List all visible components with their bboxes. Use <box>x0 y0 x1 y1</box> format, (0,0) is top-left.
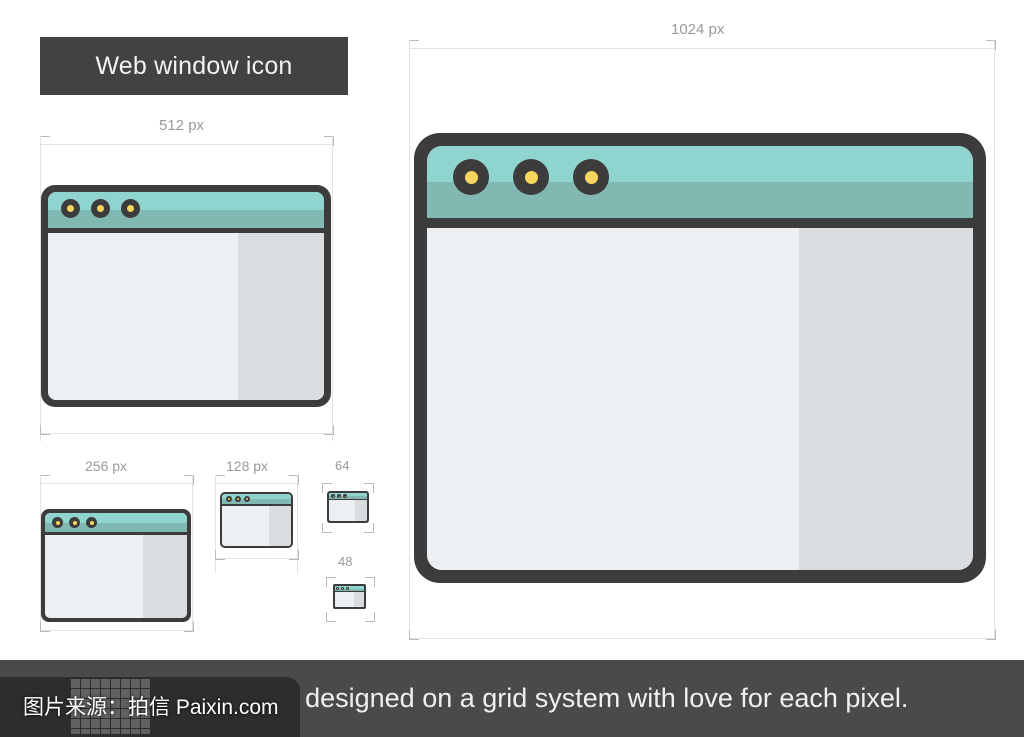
guide-tick-bottom-left-48 <box>326 612 336 622</box>
window-dot-3 <box>346 587 349 590</box>
guide-tick-top-left-128 <box>215 475 225 485</box>
window-inner-512 <box>48 192 324 400</box>
window-dot-1 <box>336 587 339 590</box>
window-body-shade-512 <box>238 233 324 400</box>
guide-line-top-256 <box>40 483 193 484</box>
window-dot-1 <box>331 494 335 498</box>
titlebar-lower-band-1024 <box>427 182 973 218</box>
window-body-512 <box>48 233 324 400</box>
dimension-label-1024: 1024 px <box>671 21 725 38</box>
guide-tick-bottom-left-512 <box>40 425 50 435</box>
guide-tick-top-left-1024 <box>409 40 419 50</box>
guide-tick-bottom-left-128 <box>215 550 225 560</box>
titlebar-lower-band-512 <box>48 210 324 228</box>
window-body-shade-128 <box>269 506 291 546</box>
guide-line-bottom-512 <box>40 433 333 434</box>
guide-tick-top-left-256 <box>40 475 50 485</box>
guide-tick-bottom-right-128 <box>289 550 299 560</box>
dimension-label-256: 256 px <box>85 458 128 474</box>
window-body-128 <box>222 506 291 546</box>
window-dot-3 <box>86 517 97 528</box>
guide-line-bottom-128 <box>215 558 298 559</box>
window-inner-1024 <box>427 146 973 570</box>
window-dot-1 <box>61 199 80 218</box>
guide-line-right-512 <box>332 136 333 441</box>
window-inner-48 <box>335 586 364 607</box>
guide-line-right-1024 <box>994 40 995 638</box>
dimension-label-48: 48 <box>338 554 353 569</box>
titlebar-lower-band-256 <box>45 522 187 532</box>
dimension-label-128: 128 px <box>226 458 269 474</box>
title-banner: Web window icon <box>40 37 348 95</box>
window-inner-128 <box>222 494 291 546</box>
window-body-shade-64 <box>355 500 367 521</box>
guide-line-bottom-1024 <box>409 638 995 639</box>
guide-line-right-256 <box>192 475 193 630</box>
web-window-icon-128 <box>220 492 293 548</box>
window-titlebar-512 <box>48 192 324 228</box>
window-dot-2 <box>341 587 344 590</box>
guide-tick-bottom-left-64 <box>322 523 332 533</box>
window-dot-3 <box>121 199 140 218</box>
guide-line-top-128 <box>215 483 298 484</box>
web-window-icon-1024 <box>414 133 986 583</box>
dimension-label-512: 512 px <box>159 117 205 134</box>
guide-tick-top-right-48 <box>365 577 375 587</box>
window-body-shade-48 <box>354 592 364 607</box>
web-window-icon-512 <box>41 185 331 407</box>
window-body-64 <box>329 500 367 521</box>
window-dot-3 <box>244 496 250 502</box>
guide-line-top-1024 <box>409 48 995 49</box>
window-dot-2 <box>337 494 341 498</box>
window-body-1024 <box>427 228 973 570</box>
guide-tick-top-left-512 <box>40 136 50 146</box>
window-dot-1 <box>453 159 489 195</box>
guide-tick-bottom-right-48 <box>365 612 375 622</box>
guide-tick-bottom-right-512 <box>324 425 334 435</box>
web-window-icon-64 <box>327 491 369 523</box>
page-title: Web window icon <box>95 51 293 80</box>
guide-tick-bottom-left-256 <box>40 622 50 632</box>
guide-line-top-512 <box>40 144 333 145</box>
window-titlebar-1024 <box>427 146 973 218</box>
window-body-shade-256 <box>143 535 187 618</box>
window-body-48 <box>335 592 364 607</box>
window-inner-64 <box>329 493 367 521</box>
window-divider-1024 <box>427 218 973 228</box>
watermark-text: 图片来源：拍信 Paixin.com <box>23 695 279 719</box>
guide-line-bottom-256 <box>40 630 193 631</box>
window-inner-256 <box>45 513 187 618</box>
guide-tick-bottom-right-64 <box>364 523 374 533</box>
window-dot-1 <box>226 496 232 502</box>
icon-showcase-canvas: Web window icon 1024 px 512 px 256 px 12… <box>0 0 1024 660</box>
window-titlebar-256 <box>45 513 187 532</box>
window-body-shade-1024 <box>799 228 973 570</box>
guide-line-left-1024 <box>409 40 410 638</box>
guide-tick-bottom-right-1024 <box>986 630 996 640</box>
dimension-label-64: 64 <box>335 458 350 473</box>
watermark-overlay: 图片来源：拍信 Paixin.com <box>0 677 300 737</box>
window-body-256 <box>45 535 187 618</box>
window-dot-2 <box>69 517 80 528</box>
window-dot-2 <box>235 496 241 502</box>
web-window-icon-256 <box>41 509 191 622</box>
window-dot-2 <box>91 199 110 218</box>
guide-tick-bottom-left-1024 <box>409 630 419 640</box>
window-dot-3 <box>343 494 347 498</box>
window-dot-3 <box>573 159 609 195</box>
guide-tick-bottom-right-256 <box>184 622 194 632</box>
web-window-icon-48 <box>333 584 366 609</box>
window-dot-1 <box>52 517 63 528</box>
window-dot-2 <box>513 159 549 195</box>
window-titlebar-128 <box>222 494 291 504</box>
